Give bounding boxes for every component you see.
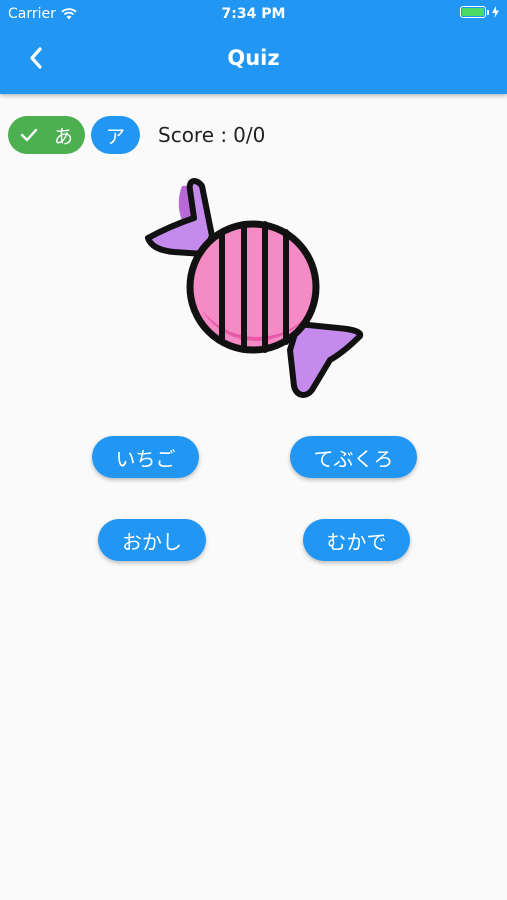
answer-label-3: おかし — [122, 529, 182, 554]
answer-button-1[interactable]: いちご — [92, 436, 199, 478]
page-title: Quiz — [227, 46, 280, 70]
score: Score : 0/0 — [158, 123, 265, 147]
answer-button-4[interactable]: むかで — [303, 519, 410, 561]
hiragana-label: あ — [53, 125, 73, 148]
mode-toggle: あ ア Score : 0/0 — [8, 116, 265, 154]
check-icon — [20, 128, 38, 142]
score-label: Score : — [158, 123, 228, 147]
hiragana-toggle[interactable]: あ — [8, 116, 85, 154]
katakana-toggle[interactable]: ア — [91, 116, 140, 154]
answer-label-1: いちご — [115, 446, 176, 471]
answer-button-3[interactable]: おかし — [98, 519, 206, 561]
candy-icon — [145, 178, 364, 398]
answer-label-4: むかで — [326, 529, 387, 554]
score-value: 0/0 — [233, 123, 266, 147]
clock: 7:34 PM — [221, 6, 286, 22]
battery-icon — [460, 6, 499, 18]
katakana-label: ア — [105, 125, 125, 148]
charging-icon — [492, 6, 499, 18]
status-bar: Carrier 7:34 PM — [0, 0, 507, 28]
app-bar: Carrier 7:34 PM Quiz — [0, 0, 507, 94]
answer-button-2[interactable]: てぶくろ — [290, 436, 417, 478]
answer-label-2: てぶくろ — [313, 446, 394, 471]
